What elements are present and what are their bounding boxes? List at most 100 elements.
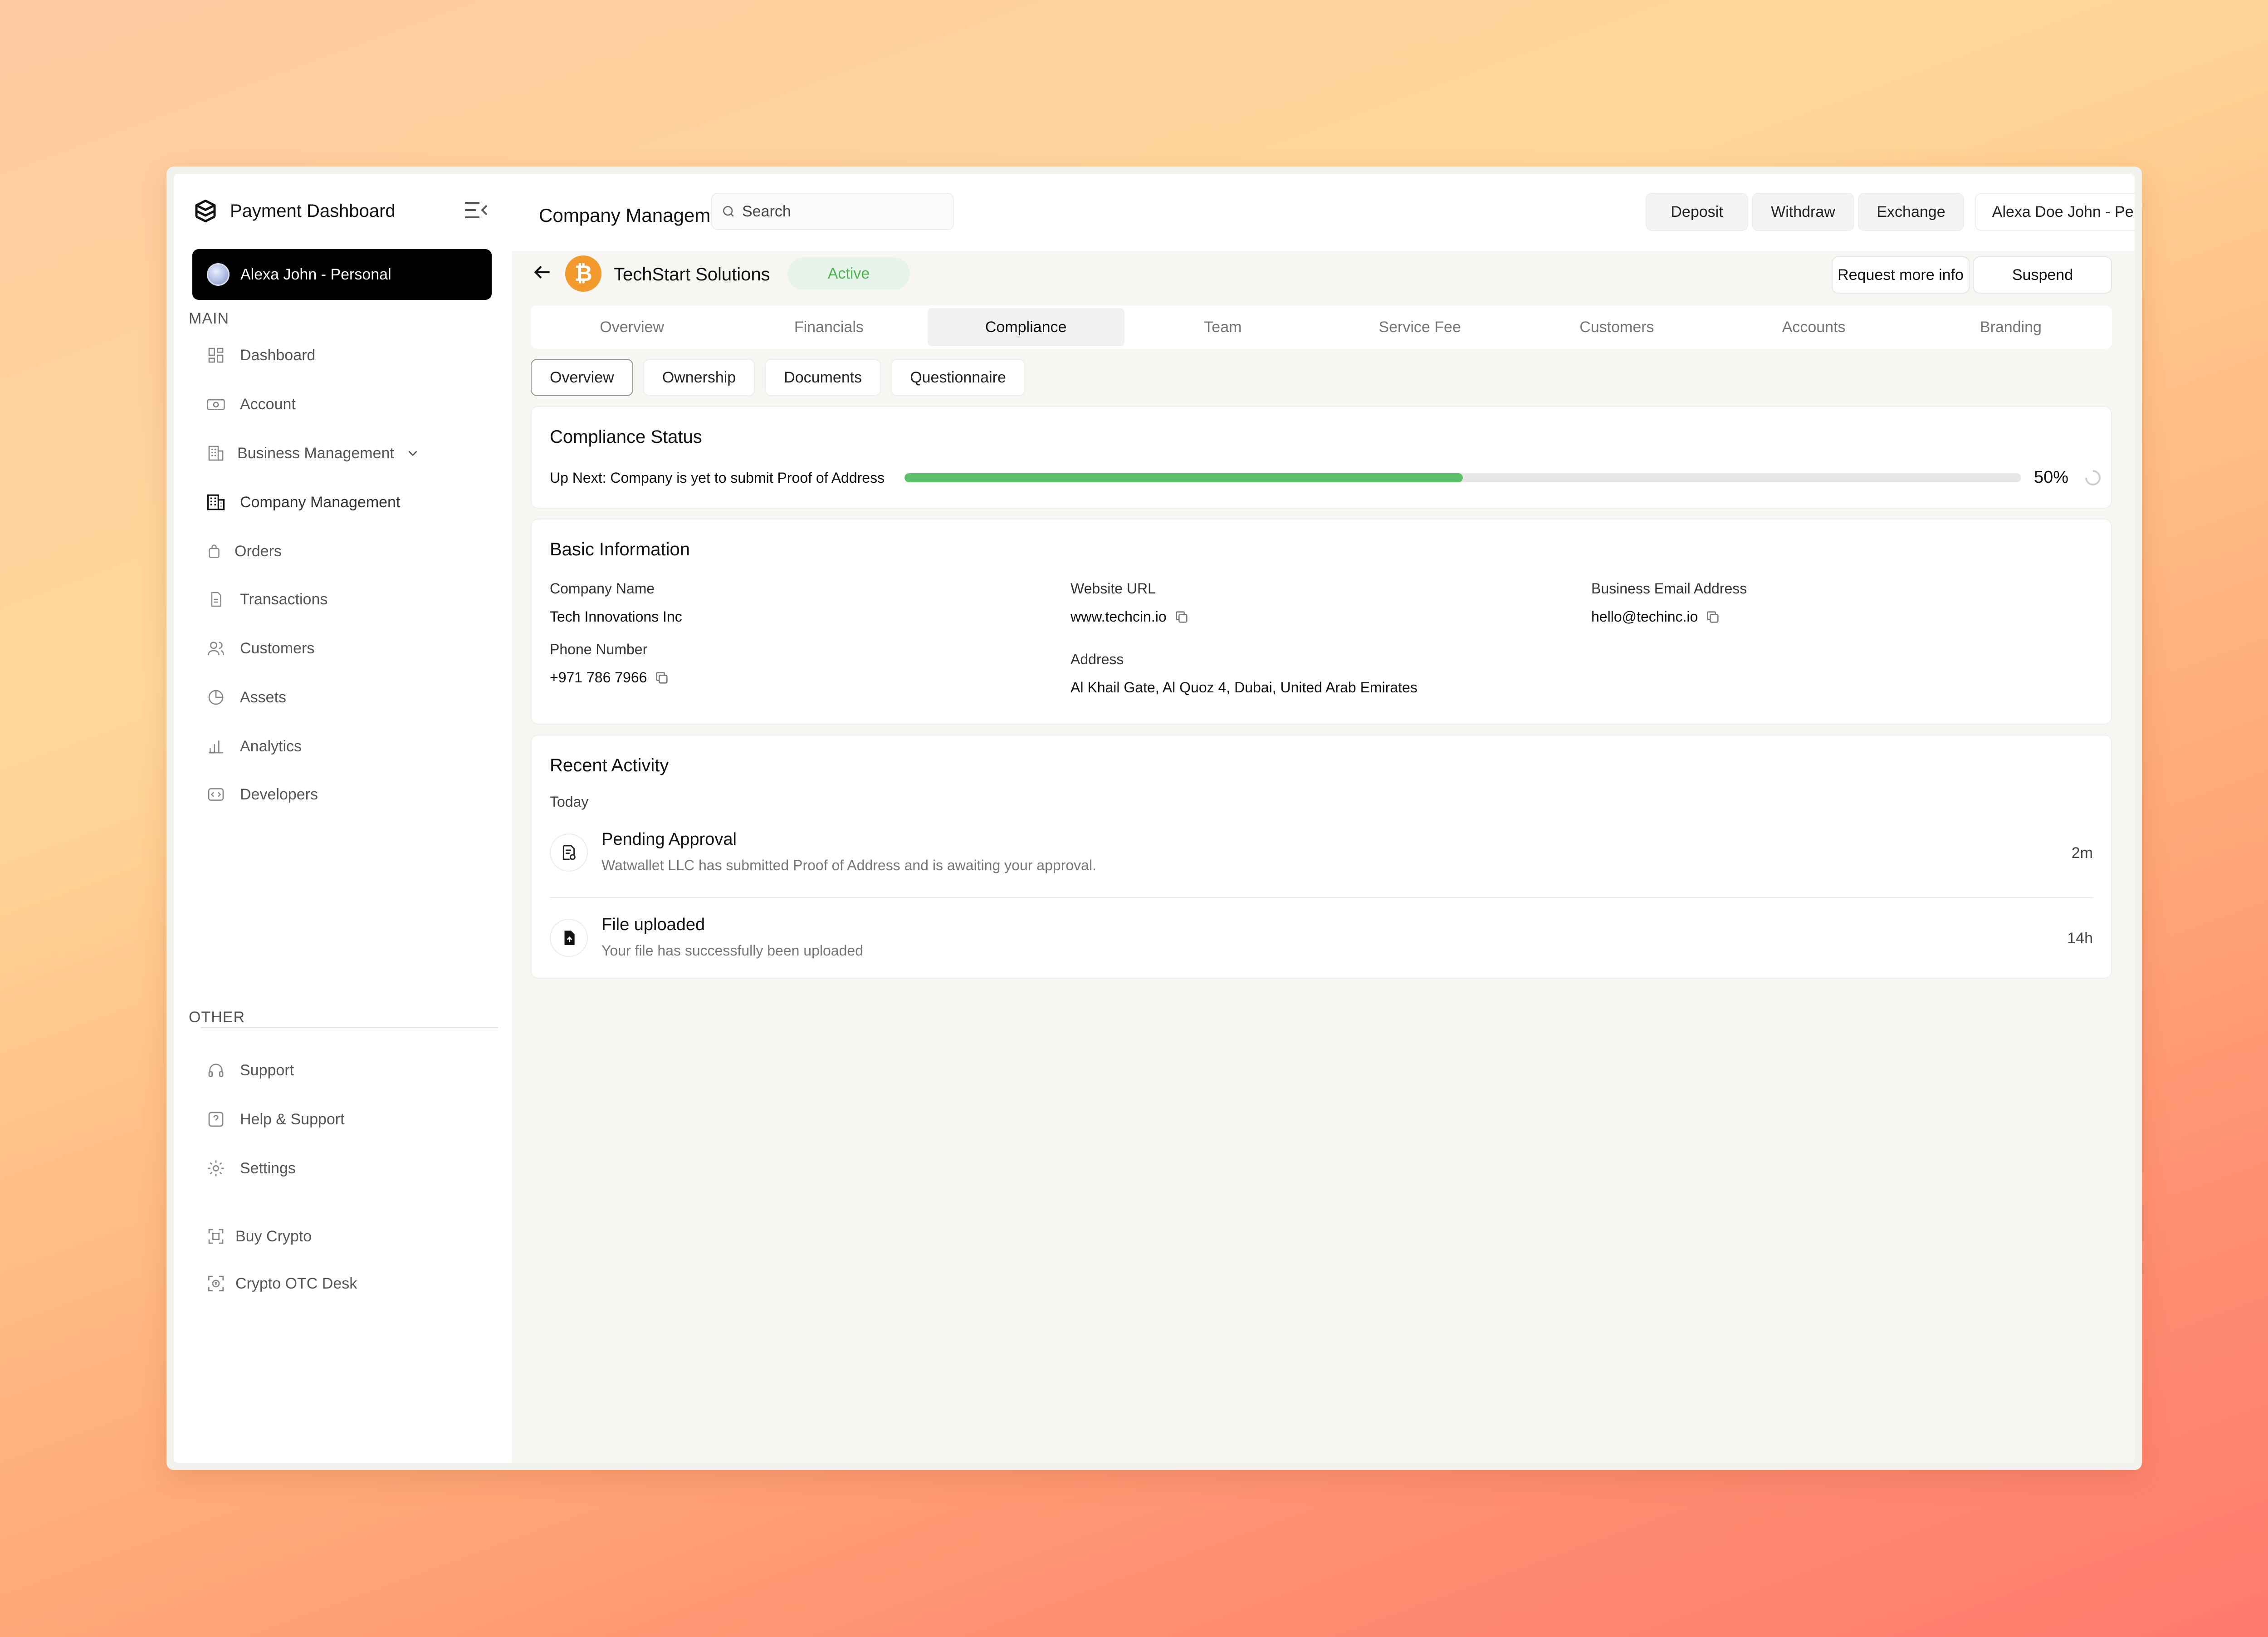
company-name-label: Company Name: [550, 580, 655, 597]
sidebar-item-label: Company Management: [240, 493, 401, 511]
progress-bar: [904, 473, 2021, 482]
sidebar-item-orders[interactable]: Orders: [204, 538, 282, 565]
company-icon: [205, 492, 226, 513]
activity-separator: [550, 897, 2093, 898]
subtab-questionnaire[interactable]: Questionnaire: [891, 359, 1025, 396]
sidebar-item-label: Dashboard: [240, 346, 316, 364]
activity-description: Watwallet LLC has submitted Proof of Add…: [601, 857, 1096, 873]
card-title: Recent Activity: [550, 755, 669, 775]
tab-accounts[interactable]: Accounts: [1716, 308, 1912, 346]
account-select[interactable]: Alexa Doe John - Personal: [1975, 193, 2135, 231]
deposit-button[interactable]: Deposit: [1646, 193, 1748, 231]
sidebar-item-transactions[interactable]: Transactions: [205, 586, 327, 613]
sidebar-item-dashboard[interactable]: Dashboard: [205, 342, 315, 369]
activity-title: Pending Approval: [601, 830, 737, 849]
copy-icon[interactable]: [654, 670, 670, 686]
tab-branding[interactable]: Branding: [1912, 308, 2109, 346]
company-name: TechStart Solutions: [614, 265, 770, 284]
copy-icon[interactable]: [1705, 609, 1721, 625]
code-icon: [205, 784, 226, 805]
company-name-value: Tech Innovations Inc: [550, 608, 682, 625]
avatar: [207, 263, 230, 286]
brand: Payment Dashboard: [192, 197, 396, 225]
otc-icon: [205, 1273, 226, 1294]
app-window: Payment Dashboard Alexa John - Personal …: [166, 167, 2142, 1470]
subtab-ownership[interactable]: Ownership: [643, 359, 755, 396]
file-icon: [205, 589, 226, 610]
sidebar-item-label: Orders: [235, 542, 282, 560]
search-box[interactable]: [711, 193, 954, 230]
company-name-text: Tech Innovations Inc: [550, 608, 682, 625]
sidebar-item-company-management[interactable]: Company Management: [205, 489, 400, 516]
sidebar-item-assets[interactable]: Assets: [205, 684, 286, 711]
sidebar-item-label: Buy Crypto: [235, 1227, 312, 1245]
sidebar-item-account[interactable]: Account: [205, 391, 296, 418]
progress-fill: [904, 473, 1463, 482]
help-icon: [205, 1109, 226, 1130]
withdraw-button[interactable]: Withdraw: [1752, 193, 1854, 231]
company-header: ₿ TechStart Solutions Active Request mor…: [512, 251, 2135, 301]
suspend-button[interactable]: Suspend: [1973, 256, 2112, 294]
compliance-subtabs: Overview Ownership Documents Questionnai…: [531, 359, 1025, 396]
activity-group-label: Today: [550, 794, 589, 810]
sidebar-item-analytics[interactable]: Analytics: [205, 733, 302, 760]
collapse-sidebar-icon[interactable]: [464, 200, 488, 220]
gear-icon: [205, 1158, 226, 1179]
compliance-status-card: Compliance Status Up Next: Company is ye…: [531, 406, 2112, 509]
phone-value: +971 786 7966: [550, 669, 670, 686]
tab-financials[interactable]: Financials: [730, 308, 927, 346]
sidebar-item-label: Developers: [240, 785, 318, 803]
sidebar-item-business-management[interactable]: Business Management: [205, 440, 420, 467]
headset-icon: [205, 1060, 226, 1081]
website-value: www.techcin.io: [1070, 608, 1189, 625]
sidebar-item-label: Business Management: [237, 444, 394, 462]
sidebar-item-label: Support: [240, 1061, 294, 1079]
main-content: Company Management Deposit Withdraw Exch…: [512, 174, 2135, 1463]
sidebar-item-developers[interactable]: Developers: [205, 781, 318, 808]
sidebar-item-support[interactable]: Support: [205, 1057, 294, 1084]
chevron-down-icon[interactable]: [405, 446, 420, 461]
back-arrow-icon[interactable]: [531, 261, 553, 284]
tab-overview[interactable]: Overview: [533, 308, 730, 346]
sidebar-item-label: Crypto OTC Desk: [235, 1274, 357, 1292]
search-input[interactable]: [742, 202, 933, 221]
progress-percent: 50%: [2034, 468, 2069, 487]
sidebar-item-help[interactable]: Help & Support: [205, 1106, 345, 1133]
email-value: hello@techinc.io: [1591, 608, 1721, 625]
activity-item[interactable]: File uploaded Your file has successfully…: [550, 907, 2093, 975]
activity-item[interactable]: Pending Approval Watwallet LLC has submi…: [550, 822, 2093, 890]
users-icon: [205, 638, 226, 659]
sidebar-item-buy-crypto[interactable]: Buy Crypto: [205, 1223, 312, 1250]
sidebar-item-label: Analytics: [240, 737, 302, 755]
activity-description: Your file has successfully been uploaded: [601, 942, 863, 959]
tab-customers[interactable]: Customers: [1518, 308, 1715, 346]
sidebar-item-crypto-otc-desk[interactable]: Crypto OTC Desk: [205, 1270, 357, 1297]
tab-compliance[interactable]: Compliance: [927, 308, 1124, 346]
phone-text: +971 786 7966: [550, 669, 647, 686]
account-name: Alexa John - Personal: [240, 265, 391, 283]
copy-icon[interactable]: [1174, 609, 1189, 625]
tab-service-fee[interactable]: Service Fee: [1321, 308, 1518, 346]
account-switcher[interactable]: Alexa John - Personal: [192, 249, 492, 300]
exchange-button[interactable]: Exchange: [1858, 193, 1964, 231]
activity-time: 14h: [2067, 930, 2093, 947]
sidebar-item-settings[interactable]: Settings: [205, 1155, 296, 1182]
phone-label: Phone Number: [550, 641, 648, 657]
logo-icon: [195, 200, 216, 222]
address-label: Address: [1070, 651, 1124, 667]
account-icon: [205, 394, 226, 415]
activity-title: File uploaded: [601, 915, 705, 934]
request-info-button[interactable]: Request more info: [1832, 256, 1970, 294]
account-select-label: Alexa Doe John - Personal: [1992, 203, 2135, 221]
subtab-overview[interactable]: Overview: [531, 359, 633, 396]
sidebar-item-label: Customers: [240, 639, 315, 657]
sidebar-item-customers[interactable]: Customers: [205, 635, 314, 662]
email-label: Business Email Address: [1591, 580, 1747, 597]
subtab-documents[interactable]: Documents: [765, 359, 881, 396]
scan-icon: [205, 1226, 226, 1247]
document-pending-icon: [550, 833, 588, 872]
website-text: www.techcin.io: [1070, 608, 1167, 625]
tab-team[interactable]: Team: [1124, 308, 1321, 346]
bag-icon: [204, 541, 225, 562]
sidebar-item-label: Assets: [240, 688, 287, 706]
